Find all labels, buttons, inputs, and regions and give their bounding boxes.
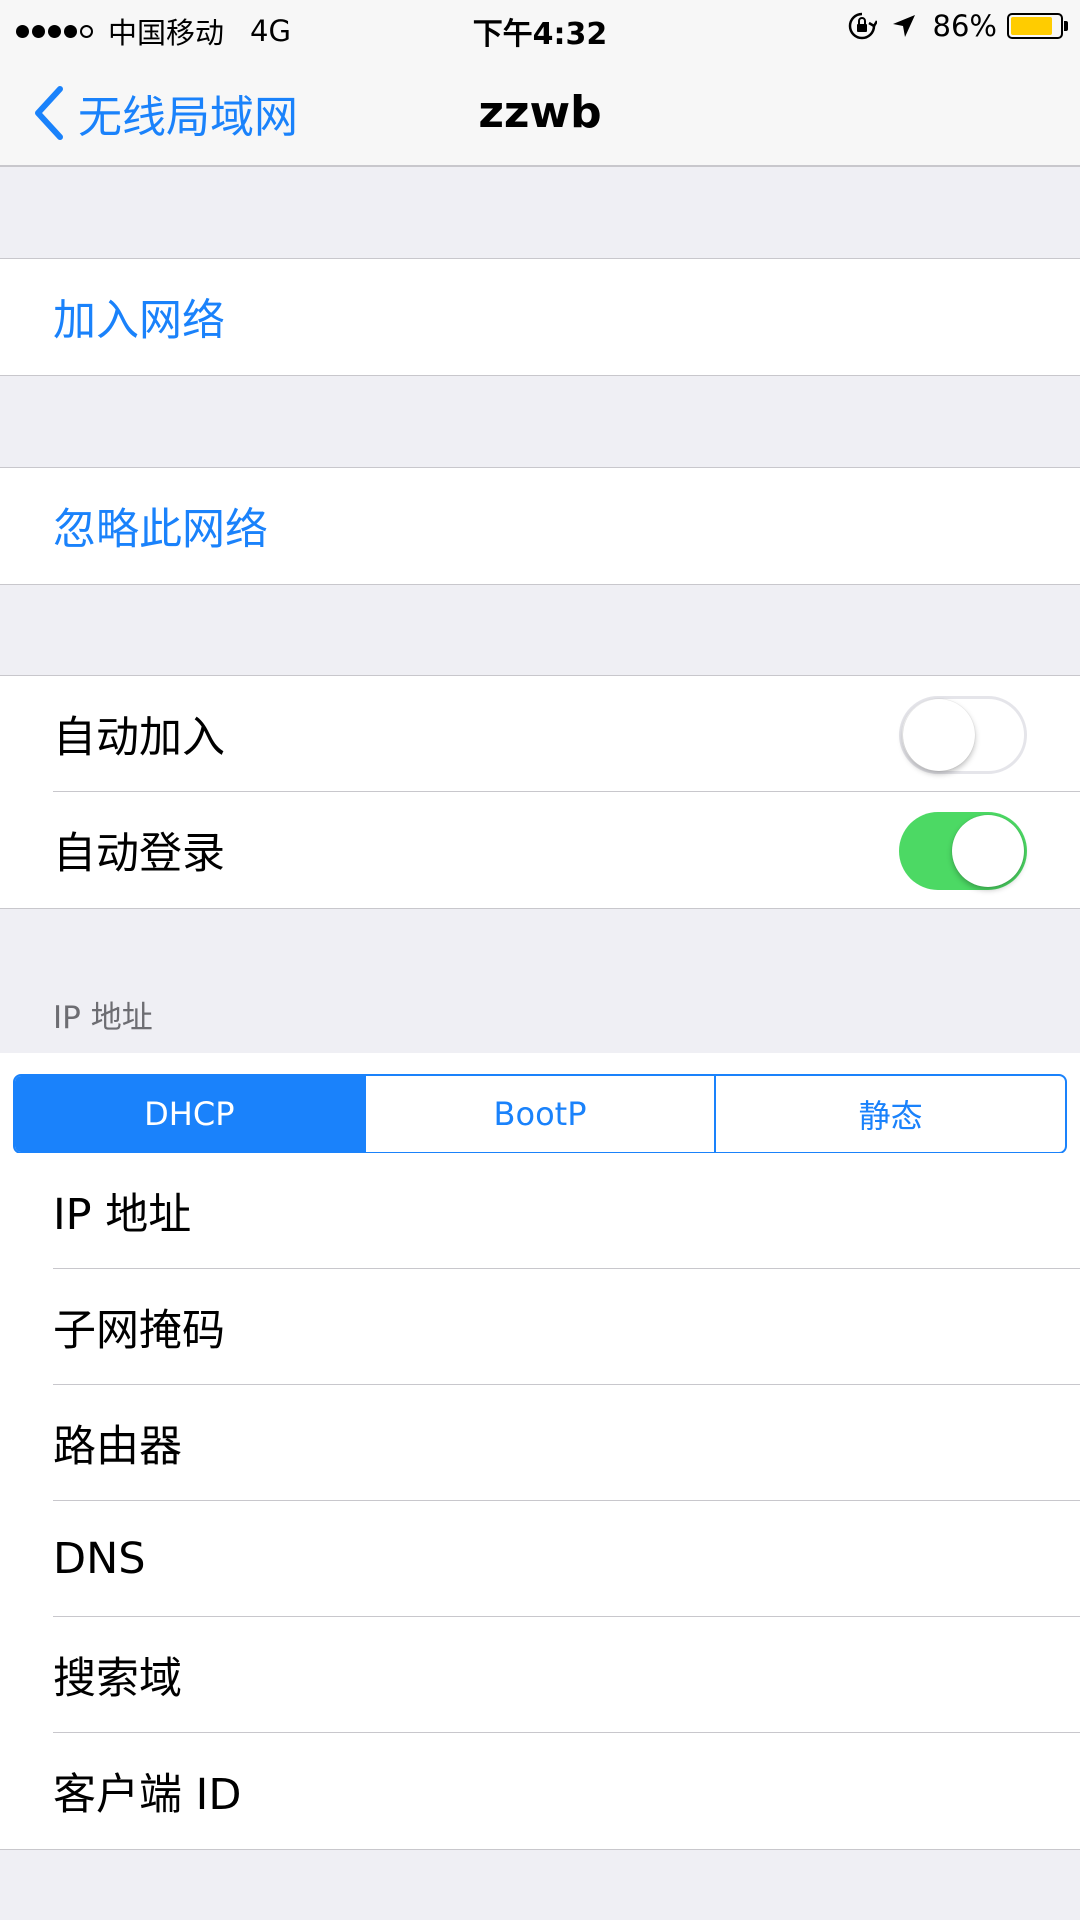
- battery-percent: 86%: [932, 9, 997, 43]
- subnet-mask-row: 子网掩码: [0, 1269, 1080, 1385]
- location-arrow-icon: [892, 15, 915, 37]
- rotation-lock-icon: [848, 12, 877, 40]
- ip-mode-segmented-control: DHCP BootP 静态: [13, 1074, 1067, 1154]
- page-title: zzwb: [478, 87, 602, 138]
- join-network-group: 加入网络: [0, 258, 1080, 376]
- client-id-row[interactable]: 客户端 ID: [0, 1733, 1080, 1849]
- forget-network-group: 忽略此网络: [0, 467, 1080, 585]
- segment-static[interactable]: 静态: [716, 1076, 1065, 1152]
- segment-bootp[interactable]: BootP: [366, 1076, 717, 1152]
- ip-section-header: IP 地址: [53, 1000, 153, 1036]
- search-domain-row[interactable]: 搜索域: [0, 1617, 1080, 1733]
- auto-join-switch[interactable]: [899, 696, 1027, 774]
- ip-details-group: IP 地址 子网掩码 路由器 DNS 搜索域 客户端 ID: [0, 1153, 1080, 1850]
- status-right: 86%: [847, 9, 1068, 43]
- auto-join-row: 自动加入: [0, 676, 1080, 792]
- ip-mode-container: DHCP BootP 静态: [0, 1053, 1080, 1154]
- segment-dhcp[interactable]: DHCP: [15, 1076, 366, 1152]
- auto-login-label: 自动登录: [53, 829, 225, 879]
- battery-icon: [1007, 13, 1068, 39]
- auto-login-row: 自动登录: [0, 792, 1080, 908]
- dns-row[interactable]: DNS: [0, 1501, 1080, 1617]
- router-row: 路由器: [0, 1385, 1080, 1501]
- ip-address-row: IP 地址: [0, 1153, 1080, 1269]
- join-network-button[interactable]: 加入网络: [0, 259, 1080, 375]
- auto-login-switch[interactable]: [899, 812, 1027, 890]
- auto-join-label: 自动加入: [53, 713, 225, 763]
- battery-level-fill: [1011, 17, 1053, 35]
- auto-settings-group: 自动加入 自动登录: [0, 675, 1080, 909]
- status-bar: 中国移动 4G 下午4:32 86%: [0, 0, 1080, 55]
- navigation-bar: 无线局域网 zzwb: [0, 55, 1080, 167]
- forget-network-button[interactable]: 忽略此网络: [0, 468, 1080, 584]
